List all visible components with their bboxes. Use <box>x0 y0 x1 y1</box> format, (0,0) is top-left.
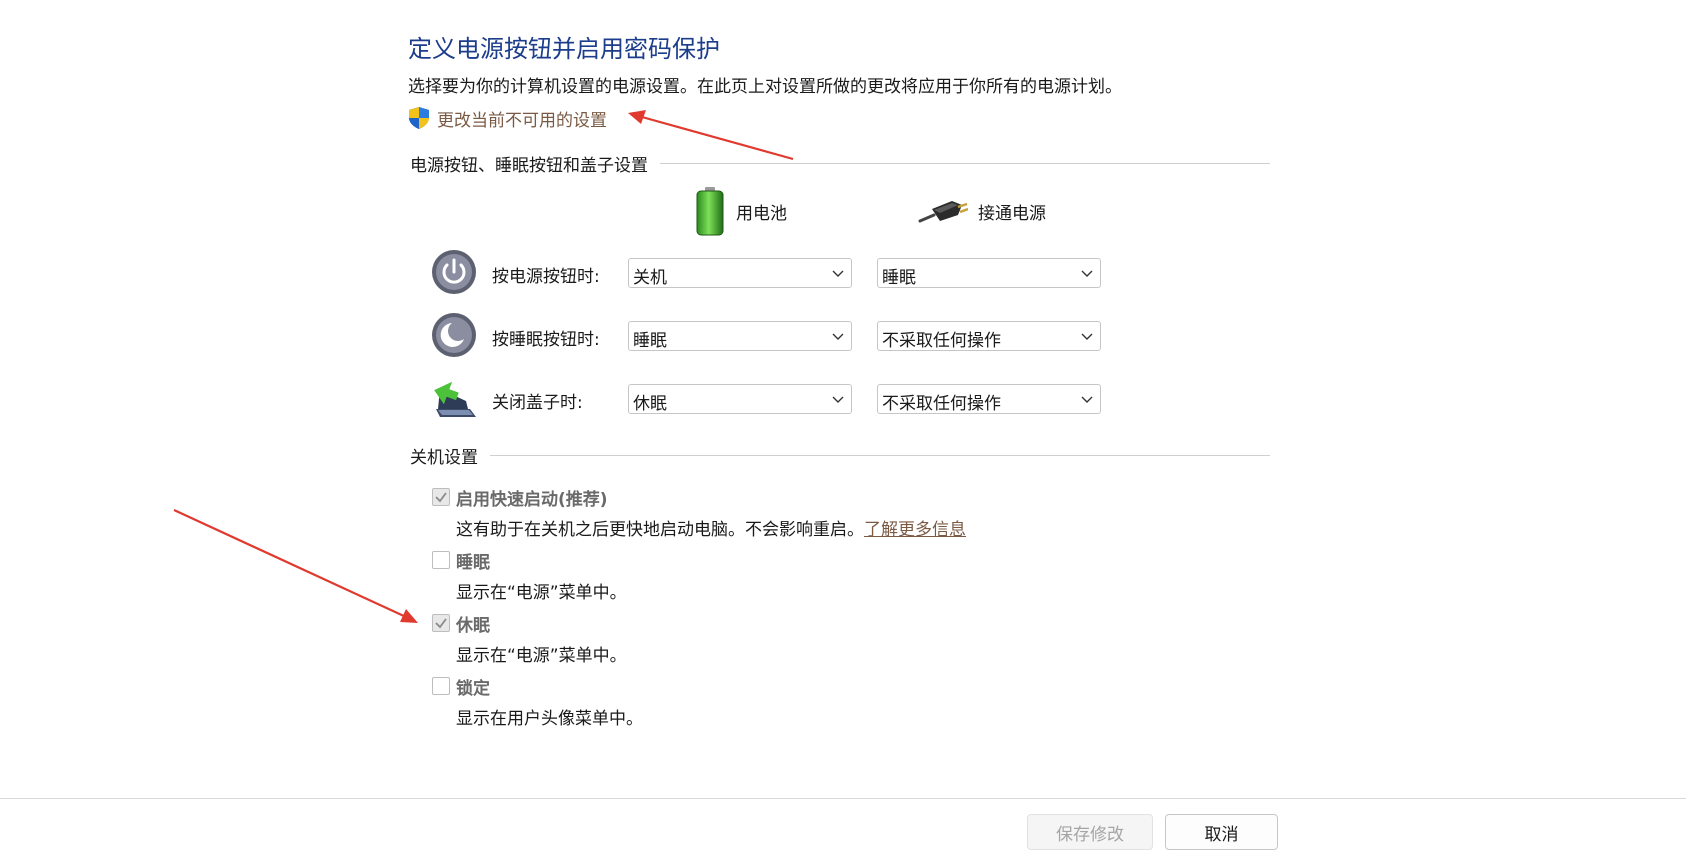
section-divider <box>660 162 1270 164</box>
checkmark-icon <box>435 492 447 503</box>
selected-value: 不采取任何操作 <box>882 331 1001 351</box>
plugged-column-label: 接通电源 <box>978 203 1046 224</box>
save-changes-button[interactable]: 保存修改 <box>1027 814 1153 850</box>
hibernate-option-description: 显示在“电源”菜单中。 <box>456 646 627 666</box>
selected-value: 睡眠 <box>633 331 667 351</box>
sleep-option-label: 睡眠 <box>456 553 490 573</box>
lock-option-label: 锁定 <box>456 679 490 699</box>
lock-checkbox[interactable] <box>432 677 450 695</box>
power-button-label: 按电源按钮时: <box>492 267 600 287</box>
power-button-plugged-select[interactable]: 睡眠 <box>877 258 1101 288</box>
fast-startup-desc-text: 这有助于在关机之后更快地启动电脑。不会影响重启。 <box>456 520 864 540</box>
power-button-icon <box>432 250 476 294</box>
sleep-button-icon <box>432 313 476 357</box>
selected-value: 睡眠 <box>882 268 916 288</box>
laptop-lid-icon <box>434 381 476 417</box>
cancel-button[interactable]: 取消 <box>1165 814 1278 850</box>
chevron-down-icon <box>1081 396 1093 403</box>
lid-close-plugged-select[interactable]: 不采取任何操作 <box>877 384 1101 414</box>
chevron-down-icon <box>832 333 844 340</box>
power-plug-icon <box>918 201 968 223</box>
section-heading-label: 关机设置 <box>410 447 478 468</box>
power-buttons-section-heading: 电源按钮、睡眠按钮和盖子设置 <box>410 151 1270 176</box>
learn-more-link[interactable]: 了解更多信息 <box>864 520 966 540</box>
chevron-down-icon <box>1081 333 1093 340</box>
fast-startup-label: 启用快速启动(推荐) <box>456 490 608 510</box>
sleep-button-plugged-select[interactable]: 不采取任何操作 <box>877 321 1101 351</box>
hibernate-checkbox[interactable] <box>432 614 450 632</box>
lock-option-description: 显示在用户头像菜单中。 <box>456 709 643 729</box>
chevron-down-icon <box>1081 270 1093 277</box>
fast-startup-checkbox[interactable] <box>432 488 450 506</box>
battery-icon <box>696 187 724 236</box>
shutdown-section-heading: 关机设置 <box>410 443 1270 468</box>
power-button-battery-select[interactable]: 关机 <box>628 258 852 288</box>
hibernate-option-label: 休眠 <box>456 616 490 636</box>
battery-column-header: 用电池 <box>694 184 787 238</box>
section-divider <box>490 454 1270 456</box>
page-title: 定义电源按钮并启用密码保护 <box>408 35 720 63</box>
change-unavailable-settings-link[interactable]: 更改当前不可用的设置 <box>408 106 607 131</box>
chevron-down-icon <box>832 396 844 403</box>
annotation-overlay <box>173 110 794 623</box>
selected-value: 关机 <box>633 268 667 288</box>
chevron-down-icon <box>832 270 844 277</box>
change-link-label: 更改当前不可用的设置 <box>437 110 607 131</box>
sleep-checkbox[interactable] <box>432 551 450 569</box>
fast-startup-description: 这有助于在关机之后更快地启动电脑。不会影响重启。了解更多信息 <box>456 515 966 540</box>
lid-close-battery-select[interactable]: 休眠 <box>628 384 852 414</box>
annotation-arrow-hibernate <box>173 509 418 623</box>
footer-divider <box>0 798 1686 799</box>
plugged-column-header: 接通电源 <box>918 184 1046 238</box>
selected-value: 不采取任何操作 <box>882 394 1001 414</box>
selected-value: 休眠 <box>633 394 667 414</box>
sleep-button-label: 按睡眠按钮时: <box>492 330 600 350</box>
battery-column-label: 用电池 <box>736 203 787 224</box>
page-description: 选择要为你的计算机设置的电源设置。在此页上对设置所做的更改将应用于你所有的电源计… <box>408 77 1122 97</box>
checkmark-icon <box>435 618 447 629</box>
section-heading-label: 电源按钮、睡眠按钮和盖子设置 <box>410 155 648 176</box>
sleep-option-description: 显示在“电源”菜单中。 <box>456 583 627 603</box>
uac-shield-icon <box>409 107 429 129</box>
lid-close-label: 关闭盖子时: <box>492 393 583 413</box>
sleep-button-battery-select[interactable]: 睡眠 <box>628 321 852 351</box>
